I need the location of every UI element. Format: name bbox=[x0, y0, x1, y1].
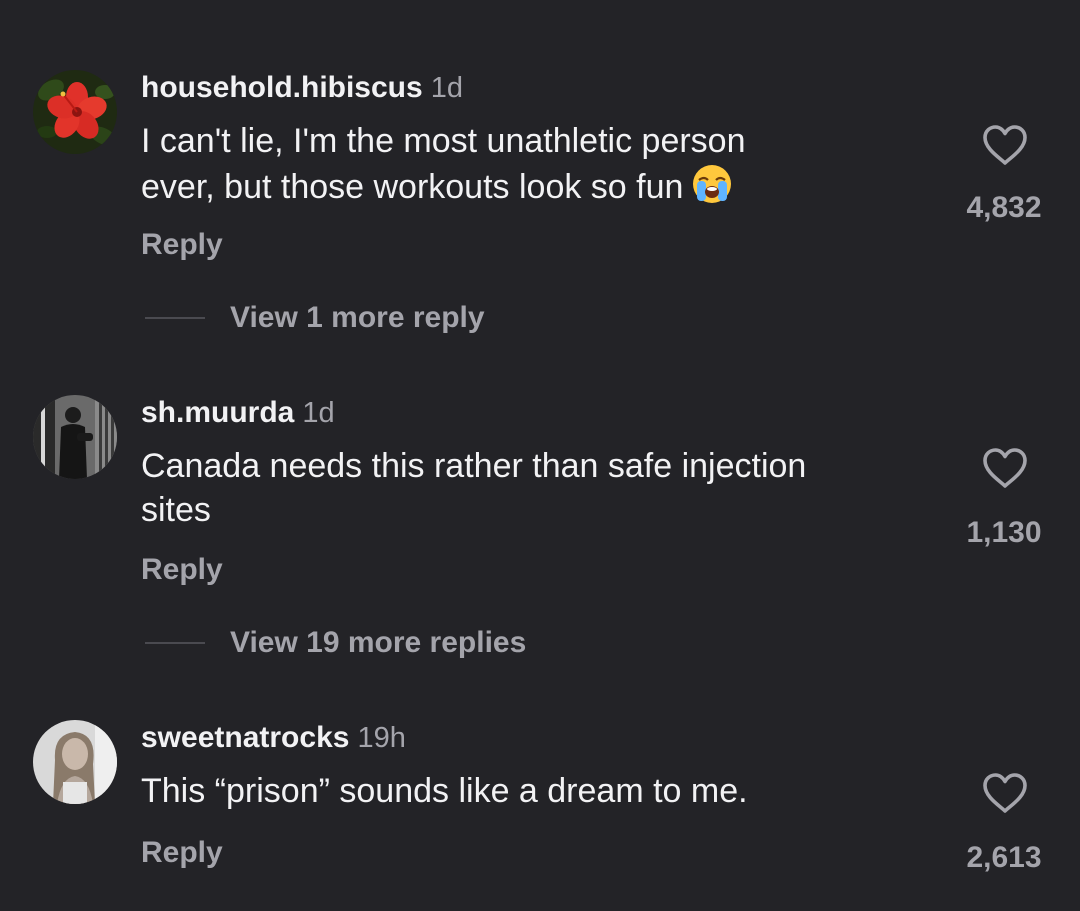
heart-outline-icon[interactable] bbox=[982, 772, 1028, 814]
person-avatar-image bbox=[33, 720, 117, 804]
comment-text: Canada needs this rather than safe injec… bbox=[141, 444, 921, 532]
person-avatar-image bbox=[33, 395, 117, 479]
comment-header: sh.muurda 1d bbox=[141, 395, 335, 431]
thread-line bbox=[145, 642, 205, 644]
comment-text-line: I can't lie, I'm the most unathletic per… bbox=[141, 122, 746, 160]
view-more-replies-label: View 19 more replies bbox=[230, 626, 527, 659]
view-more-replies-button[interactable]: View 19 more replies bbox=[145, 625, 526, 661]
loudly-crying-face-icon bbox=[691, 163, 733, 216]
avatar[interactable] bbox=[33, 720, 117, 804]
comment-text-line: sites bbox=[141, 491, 211, 529]
reply-button[interactable]: Reply bbox=[141, 227, 223, 263]
timestamp: 19h bbox=[357, 722, 406, 754]
like-count: 4,832 bbox=[966, 191, 1042, 224]
hibiscus-flower-avatar-image bbox=[33, 70, 117, 154]
reply-button[interactable]: Reply bbox=[141, 835, 223, 871]
heart-outline-icon[interactable] bbox=[982, 124, 1028, 166]
comment-text: I can't lie, I'm the most unathletic per… bbox=[141, 119, 921, 216]
thread-line bbox=[145, 317, 205, 319]
like-count: 1,130 bbox=[966, 516, 1042, 549]
avatar[interactable] bbox=[33, 70, 117, 154]
heart-outline-icon[interactable] bbox=[982, 447, 1028, 489]
comment-text-line: Canada needs this rather than safe injec… bbox=[141, 447, 807, 485]
view-more-replies-button[interactable]: View 1 more reply bbox=[145, 300, 485, 336]
comments-screen: household.hibiscus 1d I can't lie, I'm th… bbox=[0, 0, 1080, 911]
comment-header: household.hibiscus 1d bbox=[141, 70, 463, 106]
reply-button[interactable]: Reply bbox=[141, 552, 223, 588]
comment-text-line: This “prison” sounds like a dream to me. bbox=[141, 772, 748, 810]
comment-text: This “prison” sounds like a dream to me. bbox=[141, 769, 921, 813]
view-more-replies-label: View 1 more reply bbox=[230, 301, 485, 334]
timestamp: 1d bbox=[302, 397, 335, 429]
comment-header: sweetnatrocks 19h bbox=[141, 720, 406, 756]
avatar[interactable] bbox=[33, 395, 117, 479]
username[interactable]: sweetnatrocks bbox=[141, 721, 349, 754]
comment-text-line-content: ever, but those workouts look so fun bbox=[141, 168, 684, 206]
username[interactable]: sh.muurda bbox=[141, 396, 294, 429]
username[interactable]: household.hibiscus bbox=[141, 71, 423, 104]
comment-text-line: ever, but those workouts look so fun bbox=[141, 163, 921, 216]
timestamp: 1d bbox=[430, 72, 463, 104]
like-count: 2,613 bbox=[966, 841, 1042, 874]
